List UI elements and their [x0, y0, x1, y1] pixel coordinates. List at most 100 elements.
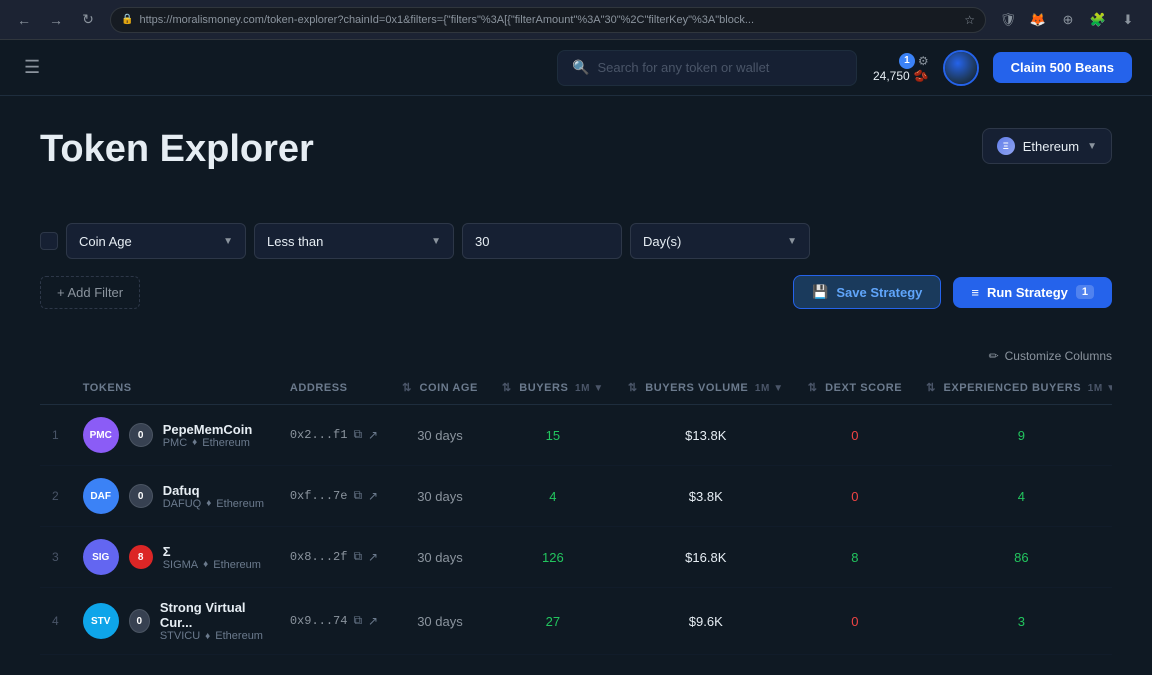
table-header: TOKENS ADDRESS ⇅ COIN AGE ⇅ BUYERS 1M	[40, 371, 1112, 405]
token-meta-1: DAFUQ ♦ Ethereum	[163, 498, 264, 510]
filter-condition-select[interactable]: Less than ▼	[254, 223, 454, 259]
external-link-icon-1[interactable]: ↗	[368, 489, 378, 504]
coin-age-0: 30 days	[390, 405, 490, 466]
beans-amount: 24,750 🫘	[873, 69, 929, 83]
notification-icon[interactable]: ⚙	[918, 54, 929, 68]
exp-sort-icon: ⇅	[926, 382, 936, 394]
address-text-1: 0xf...7e	[290, 489, 348, 503]
exp-buyers-3: 3	[914, 588, 1112, 655]
extensions-button[interactable]: 🛡	[996, 8, 1020, 32]
token-meta-0: PMC ♦ Ethereum	[163, 437, 253, 449]
col-exp-label: EXPERIENCED BUYERS	[944, 382, 1082, 394]
token-details-1: Dafuq DAFUQ ♦ Ethereum	[163, 483, 264, 510]
col-address-label: ADDRESS	[290, 382, 348, 394]
download-button[interactable]: ⬇	[1116, 8, 1140, 32]
copy-icon-3[interactable]: ⧉	[353, 614, 362, 628]
col-exp-buyers[interactable]: ⇅ EXPERIENCED BUYERS 1M ▼	[914, 371, 1112, 405]
token-details-3: Strong Virtual Cur... STVICU ♦ Ethereum	[160, 600, 266, 642]
security-badge-2: 8	[129, 545, 153, 569]
token-cell-0: PMC 0 PepeMemCoin PMC ♦ Ethereum	[71, 405, 278, 466]
buyers-volume-3: $9.6K	[616, 588, 796, 655]
search-placeholder: Search for any token or wallet	[597, 60, 769, 75]
col-coin-age[interactable]: ⇅ COIN AGE	[390, 371, 490, 405]
external-link-icon-0[interactable]: ↗	[368, 428, 378, 443]
exp-period-filter[interactable]: 1M ▼	[1088, 383, 1112, 394]
address-display-1: 0xf...7e ⧉ ↗	[290, 489, 378, 504]
notification-area: 1 ⚙	[899, 53, 929, 69]
run-strategy-button[interactable]: ≡ Run Strategy 1	[953, 277, 1112, 308]
token-logo-2: SIG	[83, 539, 119, 575]
copy-icon-1[interactable]: ⧉	[353, 489, 362, 503]
save-strategy-button[interactable]: 💾 Save Strategy	[793, 275, 941, 309]
save-strategy-label: Save Strategy	[836, 285, 922, 300]
refresh-button[interactable]: ↻	[76, 8, 100, 32]
search-bar[interactable]: 🔍 Search for any token or wallet	[557, 50, 857, 86]
filter-value-input[interactable]	[462, 223, 622, 259]
copy-icon-0[interactable]: ⧉	[353, 428, 362, 442]
url-bar[interactable]: 🔒 https://moralismoney.com/token-explore…	[110, 7, 986, 33]
forward-button[interactable]: →	[44, 8, 68, 32]
profile-button[interactable]: 🦊	[1026, 8, 1050, 32]
token-logo-1: DAF	[83, 478, 119, 514]
external-link-icon-2[interactable]: ↗	[368, 550, 378, 565]
filter-checkbox[interactable]	[40, 232, 58, 250]
exp-buyers-2: 86	[914, 527, 1112, 588]
add-filter-button[interactable]: + Add Filter	[40, 276, 140, 309]
avatar[interactable]	[943, 50, 979, 86]
run-icon: ≡	[971, 285, 979, 300]
star-icon[interactable]: ☆	[964, 13, 975, 27]
col-buyers[interactable]: ⇅ BUYERS 1M ▼	[490, 371, 616, 405]
col-num	[40, 371, 71, 405]
col-dext[interactable]: ⇅ DEXT SCORE	[796, 371, 914, 405]
buyers-1: 4	[490, 466, 616, 527]
filter-unit-select[interactable]: Day(s) ▼	[630, 223, 810, 259]
buyers-period-filter[interactable]: 1M ▼	[575, 383, 604, 394]
menu-button[interactable]: ⊕	[1056, 8, 1080, 32]
beans-count: 24,750	[873, 69, 910, 83]
table-row: 2 DAF 0 Dafuq DAFUQ ♦ Ethereum 0xf...7e …	[40, 466, 1112, 527]
hamburger-menu[interactable]: ☰	[20, 53, 44, 82]
external-link-icon-3[interactable]: ↗	[368, 614, 378, 629]
copy-icon-2[interactable]: ⧉	[353, 550, 362, 564]
col-tokens-label: TOKENS	[83, 382, 132, 394]
dext-sort-icon: ⇅	[808, 382, 818, 394]
row-number-3: 4	[40, 588, 71, 655]
address-text-2: 0x8...2f	[290, 550, 348, 564]
token-chain-3: Ethereum	[215, 630, 263, 642]
col-buyers-volume[interactable]: ⇅ BUYERS VOLUME 1M ▼	[616, 371, 796, 405]
chain-selector[interactable]: Ξ Ethereum ▼	[982, 128, 1112, 164]
security-badge-3: 0	[129, 609, 150, 633]
table-body: 1 PMC 0 PepeMemCoin PMC ♦ Ethereum 0x2..…	[40, 405, 1112, 655]
filter-condition-chevron-icon: ▼	[431, 236, 441, 247]
token-cell-1: DAF 0 Dafuq DAFUQ ♦ Ethereum	[71, 466, 278, 527]
back-button[interactable]: ←	[12, 8, 36, 32]
address-text-0: 0x2...f1	[290, 428, 348, 442]
col-buyers-vol-label: BUYERS VOLUME	[645, 382, 748, 394]
dext-score-3: 0	[796, 588, 914, 655]
run-count-badge: 1	[1076, 285, 1094, 299]
exp-buyers-1: 4	[914, 466, 1112, 527]
token-details-0: PepeMemCoin PMC ♦ Ethereum	[163, 422, 253, 449]
app: ☰ 🔍 Search for any token or wallet 1 ⚙ 2…	[0, 40, 1152, 675]
lock-icon: 🔒	[121, 14, 133, 25]
token-ticker-3: STVICU	[160, 630, 200, 642]
buyers-vol-period-filter[interactable]: 1M ▼	[755, 383, 784, 394]
filter-field-chevron-icon: ▼	[223, 236, 233, 247]
dext-score-0: 0	[796, 405, 914, 466]
customize-columns-button[interactable]: ✏ Customize Columns	[989, 349, 1112, 363]
extensions-mgr-button[interactable]: 🧩	[1086, 8, 1110, 32]
claim-button[interactable]: Claim 500 Beans	[993, 52, 1132, 83]
buyers-3: 27	[490, 588, 616, 655]
token-cell-2: SIG 8 Σ SIGMA ♦ Ethereum	[71, 527, 278, 588]
token-meta-3: STVICU ♦ Ethereum	[160, 630, 266, 642]
eth-icon-3: ♦	[205, 631, 210, 642]
eth-icon-2: ♦	[203, 559, 208, 570]
eth-icon-1: ♦	[206, 498, 211, 509]
filter-field-select[interactable]: Coin Age ▼	[66, 223, 246, 259]
coin-age-2: 30 days	[390, 527, 490, 588]
customize-icon: ✏	[989, 349, 999, 363]
token-name-2: Σ	[163, 544, 261, 559]
col-address: ADDRESS	[278, 371, 390, 405]
buyers-vol-sort-icon: ⇅	[628, 382, 638, 394]
buttons-row: + Add Filter 💾 Save Strategy ≡ Run Strat…	[40, 275, 1112, 309]
